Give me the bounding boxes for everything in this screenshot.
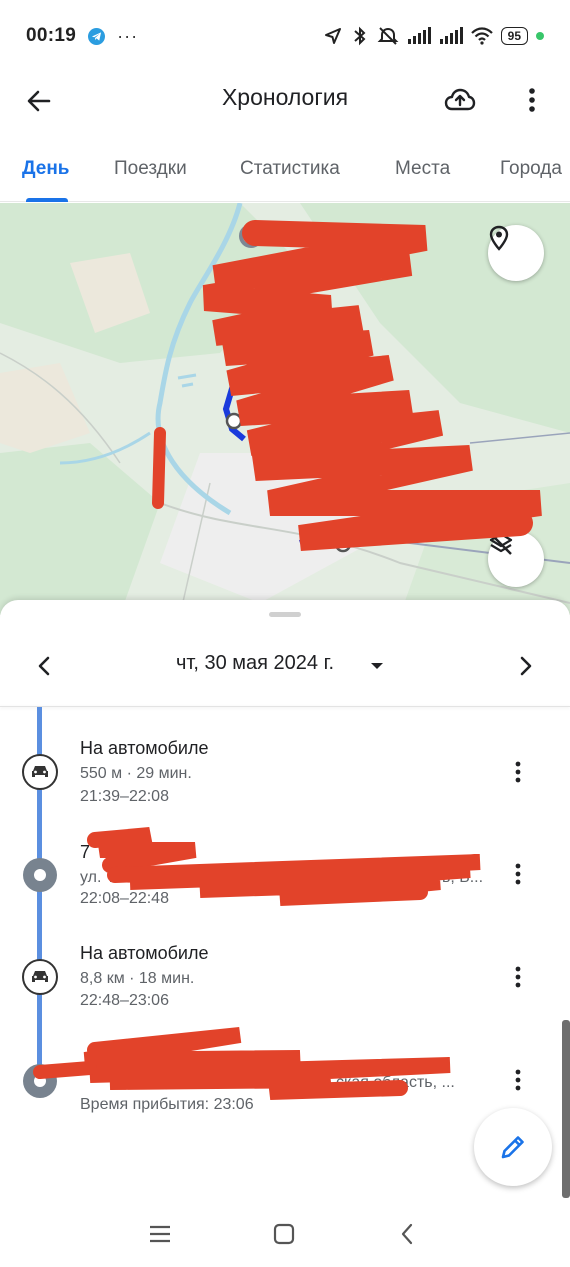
date-navigator: чт, 30 мая 2024 г. [0,636,570,694]
wifi-icon [470,27,493,45]
more-vert-icon [515,1069,521,1091]
more-vert-icon [529,88,535,112]
status-time: 00:19 [26,25,77,46]
more-vert-icon [515,966,521,988]
car-icon [32,971,48,982]
previous-day-button[interactable] [30,652,58,680]
timeline-item-title: На автомобиле [80,738,209,758]
timeline-item-drive[interactable]: На автомобиле 8,8 км · 18 мин. 22:48–23:… [0,935,570,1025]
location-arrow-icon [324,28,341,44]
more-options-button[interactable] [516,84,548,116]
item-more-button[interactable] [506,858,530,890]
timeline-item-address: ская область, ... [336,1074,455,1091]
location-button[interactable] [488,225,544,281]
status-bar: 00:19 ··· 95 [0,0,570,72]
timeline-item-place[interactable]: 7 ул. Табл ь, Б... 22:08–22:48 [0,834,570,924]
system-nav-bar [0,1200,570,1267]
next-day-button[interactable] [512,652,540,680]
timeline-item-title: На автомобиле [80,943,209,963]
car-marker [22,754,58,790]
place-marker [23,1064,57,1098]
timeline-item-time: Время прибытия: 23:06 [80,1096,254,1113]
battery-indicator: 95 [500,27,528,45]
more-vert-icon [515,863,521,885]
tab-bar: День Поездки Статистика Места Города [0,140,570,202]
cloud-upload-button[interactable] [440,84,480,116]
date-dropdown-button[interactable] [369,658,385,674]
pencil-icon [501,1136,524,1159]
timeline-item-time: 21:39–22:08 [80,788,169,805]
timeline-item-details: 8,8 км · 18 мин. [80,970,195,987]
system-back-button[interactable] [393,1220,421,1248]
map-pin-icon [489,225,509,251]
timeline-item-place[interactable]: ская область, ... Время прибытия: 23:06 [0,1040,570,1130]
status-left: 00:19 ··· [26,25,138,47]
tab-trips[interactable]: Поездки [114,158,187,180]
square-icon [273,1223,295,1245]
timeline-item-time: 22:08–22:48 [80,890,169,907]
more-vert-icon [515,761,521,783]
tab-day[interactable]: День [22,158,70,180]
tab-cities[interactable]: Города [500,158,562,180]
scrollbar[interactable] [562,1020,570,1198]
chevron-left-icon [401,1223,413,1245]
page-title: Хронология [221,84,349,110]
tab-indicator [26,198,68,202]
signal-2-icon [439,27,463,44]
more-notifications-icon: ··· [117,26,139,46]
date-selector[interactable]: чт, 30 мая 2024 г. [176,652,334,675]
bluetooth-icon [353,26,366,46]
map-canvas [0,203,570,615]
item-more-button[interactable] [506,756,530,788]
app-bar: Хронология [0,72,570,128]
telegram-icon [88,27,106,45]
timeline-item-address-end: ь, Б... [442,869,484,886]
tab-statistics[interactable]: Статистика [240,158,340,180]
divider [0,706,570,707]
edit-button[interactable] [474,1108,552,1186]
privacy-dot [536,32,544,40]
recents-button[interactable] [146,1220,174,1248]
place-marker [23,858,57,892]
drag-handle[interactable] [269,612,301,617]
car-icon [32,766,48,777]
timeline-item-drive[interactable]: На автомобиле 550 м · 29 мин. 21:39–22:0… [0,730,570,820]
timeline-item-time: 22:48–23:06 [80,992,169,1009]
cloud-upload-icon [444,88,476,111]
timeline-item-title: 7 [80,842,91,862]
item-more-button[interactable] [506,1064,530,1096]
layers-toggle-button[interactable] [488,531,544,587]
tab-places[interactable]: Места [395,158,450,180]
home-button[interactable] [270,1220,298,1248]
chevron-right-icon [520,656,532,676]
signal-1-icon [407,27,431,44]
timeline-item-address: ул. Табл [80,869,142,886]
timeline-item-details: 550 м · 29 мин. [80,765,192,782]
layers-off-icon [489,532,513,555]
map-view[interactable] [0,203,570,615]
chevron-left-icon [38,656,50,676]
caret-down-icon [371,663,383,669]
item-more-button[interactable] [506,961,530,993]
status-right: 95 [323,26,544,46]
car-marker [22,959,58,995]
muted-icon [377,27,399,45]
menu-icon [150,1225,170,1243]
